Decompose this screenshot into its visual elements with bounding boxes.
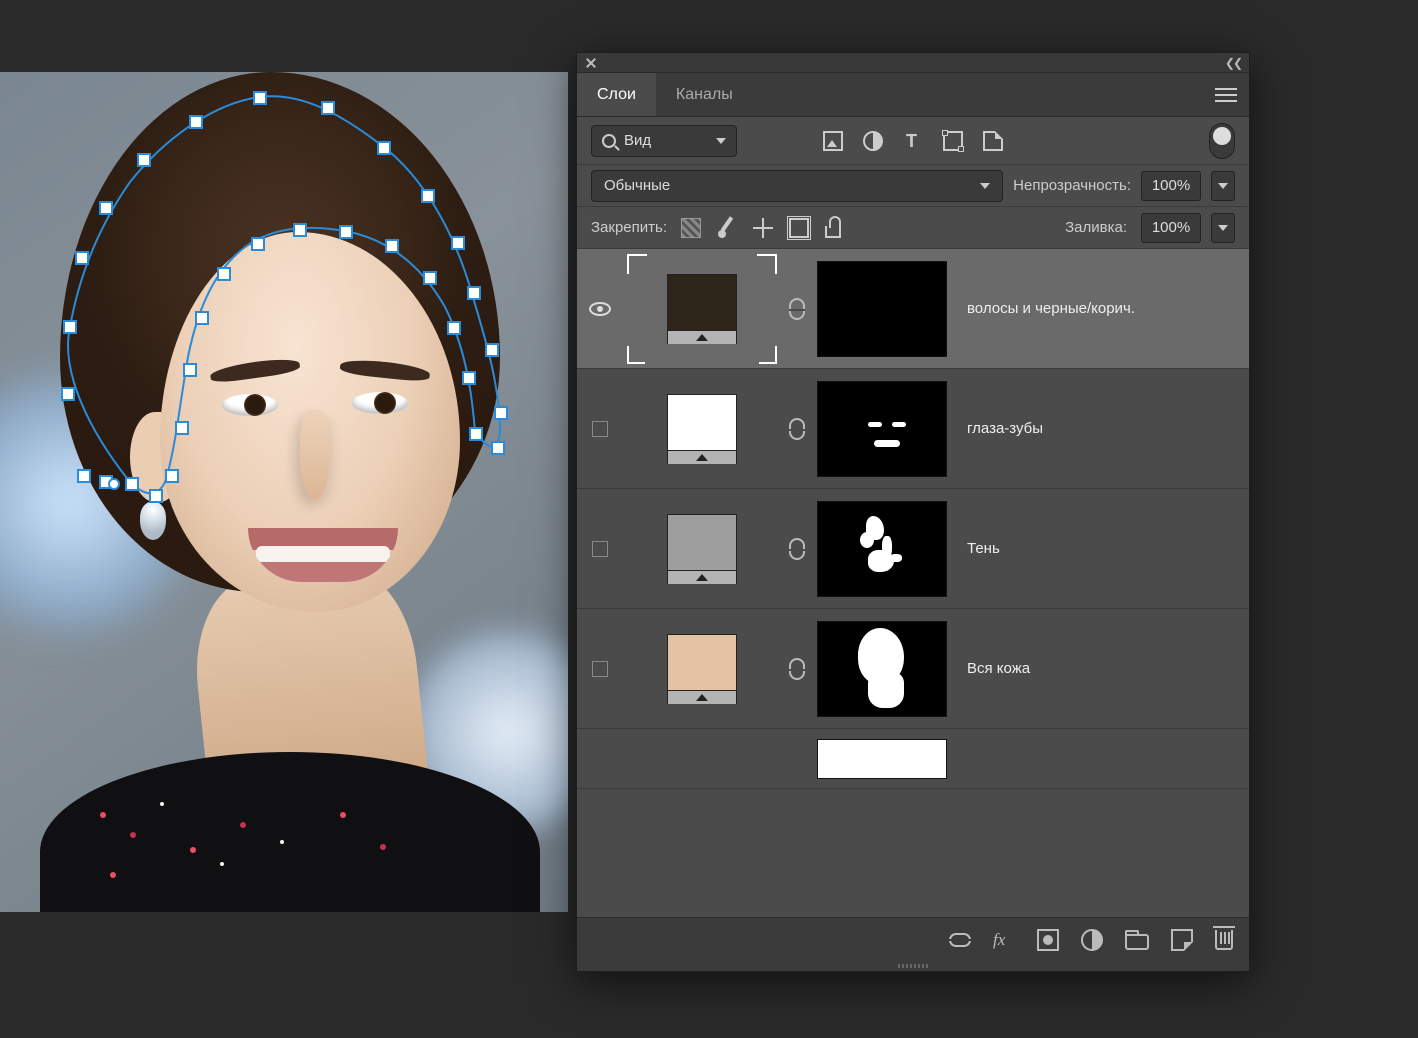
close-icon[interactable] xyxy=(585,57,597,69)
lock-icons xyxy=(681,218,841,238)
layer-row[interactable] xyxy=(577,729,1249,789)
layer-thumbnail[interactable] xyxy=(627,374,777,484)
layers-panel: ❮❮ СлоиКаналы Вид Обычные Непрозрачность… xyxy=(576,52,1250,972)
blend-mode-select[interactable]: Обычные xyxy=(591,170,1003,202)
layer-row[interactable]: глаза-зубы xyxy=(577,369,1249,489)
fill-stepper[interactable] xyxy=(1211,213,1235,243)
adj-icon[interactable] xyxy=(1081,929,1103,951)
lock-lock-icon[interactable] xyxy=(825,226,841,238)
portrait-eye xyxy=(222,394,278,416)
link-icon[interactable] xyxy=(789,538,805,560)
layer-list[interactable]: волосы и черные/корич. глаза-зубы Тень Вся … xyxy=(577,249,1249,917)
search-icon xyxy=(602,134,616,148)
link-icon[interactable] xyxy=(949,933,971,947)
layer-mask-thumbnail[interactable] xyxy=(817,501,947,597)
layer-row[interactable]: волосы и черные/корич. xyxy=(577,249,1249,369)
fill-input[interactable]: 100% xyxy=(1141,213,1201,243)
visibility-empty xyxy=(592,421,608,437)
filter-row: Вид xyxy=(577,117,1249,165)
lock-row: Закрепить: Заливка: 100% xyxy=(577,207,1249,249)
chevron-down-icon xyxy=(980,183,990,189)
layer-name[interactable]: волосы и черные/корич. xyxy=(959,300,1241,317)
filter-circle-icon[interactable] xyxy=(863,131,883,151)
filter-icons xyxy=(823,131,1003,151)
maskadd-icon[interactable] xyxy=(1037,929,1059,951)
lock-move-icon[interactable] xyxy=(753,218,773,238)
layer-mask-thumbnail[interactable] xyxy=(817,621,947,717)
layer-name[interactable]: глаза-зубы xyxy=(959,420,1241,437)
collapse-icon[interactable]: ❮❮ xyxy=(1225,56,1241,70)
filter-page-icon[interactable] xyxy=(983,131,1003,151)
filter-select-label: Вид xyxy=(624,132,651,149)
opacity-value: 100% xyxy=(1152,177,1190,194)
adjustment-thumb xyxy=(667,274,737,344)
visibility-toggle[interactable] xyxy=(585,661,615,677)
tab-layers[interactable]: Слои xyxy=(577,73,656,116)
adjustment-thumb xyxy=(667,394,737,464)
link-icon[interactable] xyxy=(789,658,805,680)
layer-name[interactable]: Тень xyxy=(959,540,1241,557)
layer-thumbnail[interactable] xyxy=(627,614,777,724)
layer-name[interactable]: Вся кожа xyxy=(959,660,1241,677)
fill-value: 100% xyxy=(1152,219,1190,236)
link-icon[interactable] xyxy=(789,298,805,320)
tab-row: СлоиКаналы xyxy=(577,73,1249,117)
portrait-mouth xyxy=(248,528,398,582)
lock-grid-icon[interactable] xyxy=(681,218,701,238)
visibility-empty xyxy=(592,541,608,557)
visibility-toggle[interactable] xyxy=(585,421,615,437)
portrait-nose xyxy=(300,410,330,500)
visibility-toggle[interactable] xyxy=(585,302,615,316)
panel-menu-icon[interactable] xyxy=(1215,73,1237,116)
portrait-earring xyxy=(140,502,166,540)
panel-bottom-toolbar xyxy=(577,917,1249,961)
opacity-label: Непрозрачность: xyxy=(1013,177,1131,194)
lock-label: Закрепить: xyxy=(591,219,667,236)
layer-mask-thumbnail[interactable] xyxy=(817,261,947,357)
panel-titlebar[interactable]: ❮❮ xyxy=(577,53,1249,73)
filter-image-icon[interactable] xyxy=(823,131,843,151)
visibility-toggle[interactable] xyxy=(585,541,615,557)
trash-icon[interactable] xyxy=(1215,930,1233,950)
folder-icon[interactable] xyxy=(1125,934,1149,950)
opacity-stepper[interactable] xyxy=(1211,171,1235,201)
adjustment-thumb xyxy=(667,514,737,584)
lock-brush-icon[interactable] xyxy=(717,218,737,238)
link-icon[interactable] xyxy=(789,418,805,440)
fill-label: Заливка: xyxy=(1065,219,1127,236)
blend-mode-label: Обычные xyxy=(604,177,670,194)
adjustment-thumb xyxy=(667,634,737,704)
layer-row[interactable]: Вся кожа xyxy=(577,609,1249,729)
filter-T-icon[interactable] xyxy=(903,131,923,151)
eye-icon xyxy=(589,302,611,316)
resize-grip[interactable] xyxy=(577,961,1249,971)
layer-mask-thumbnail[interactable] xyxy=(817,739,947,779)
layer-mask-thumbnail[interactable] xyxy=(817,381,947,477)
filter-toggle[interactable] xyxy=(1209,123,1235,159)
filter-rect-icon[interactable] xyxy=(943,131,963,151)
layer-filter-select[interactable]: Вид xyxy=(591,125,737,157)
new-icon[interactable] xyxy=(1171,929,1193,951)
opacity-input[interactable]: 100% xyxy=(1141,171,1201,201)
document-canvas[interactable] xyxy=(0,72,568,912)
tab-channels[interactable]: Каналы xyxy=(656,73,753,116)
layer-thumbnail[interactable] xyxy=(627,494,777,604)
layer-row[interactable]: Тень xyxy=(577,489,1249,609)
chevron-down-icon xyxy=(716,138,726,144)
fx-icon[interactable] xyxy=(993,929,1015,951)
portrait-eye xyxy=(352,392,408,414)
lock-artboard-icon[interactable] xyxy=(789,218,809,238)
visibility-empty xyxy=(592,661,608,677)
layer-thumbnail[interactable] xyxy=(627,254,777,364)
blend-row: Обычные Непрозрачность: 100% xyxy=(577,165,1249,207)
